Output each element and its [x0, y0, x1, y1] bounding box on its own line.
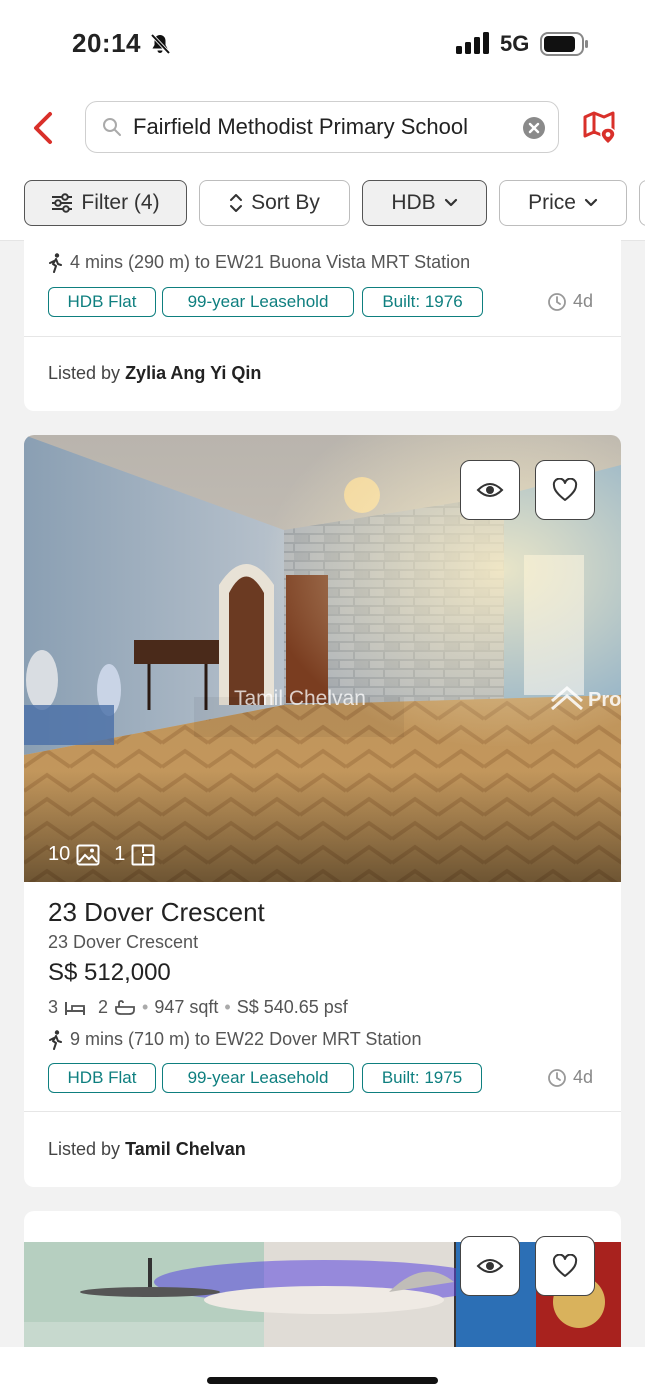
- save-favourite-button[interactable]: [535, 1236, 595, 1296]
- eye-icon: [476, 483, 504, 497]
- status-bar: 20:14 5G: [0, 0, 645, 88]
- listing-card[interactable]: [24, 1211, 621, 1347]
- photo-watermark: Tamil Chelvan: [234, 687, 366, 710]
- floor-area: 947 sqft: [154, 997, 219, 1017]
- search-icon: [103, 118, 121, 136]
- bell-muted-icon: [150, 33, 171, 55]
- hide-listing-button[interactable]: [460, 1236, 520, 1296]
- listing-results[interactable]: 4 mins (290 m) to EW21 Buona Vista MRT S…: [0, 240, 645, 1347]
- network-type: 5G: [500, 31, 530, 56]
- price-dropdown[interactable]: Price: [499, 180, 627, 226]
- mrt-distance: 9 mins (710 m) to EW22 Dover MRT Station: [48, 1029, 421, 1050]
- listing-specs: 3 2 • 947 sqft • S$ 540.65 psf: [48, 997, 348, 1017]
- clear-search-icon[interactable]: [522, 116, 546, 140]
- mrt-distance: 4 mins (290 m) to EW21 Buona Vista MRT S…: [48, 252, 470, 273]
- tag-property-type: HDB Flat: [48, 287, 156, 317]
- filter-button[interactable]: Filter (4): [24, 180, 187, 226]
- cell-signal-icon: [456, 32, 489, 54]
- filter-bar: Filter (4) Sort By HDB Price: [0, 168, 645, 241]
- tag-tenure: 99-year Leasehold: [162, 287, 354, 317]
- tag-tenure: 99-year Leasehold: [162, 1063, 354, 1093]
- bath-count: 2: [98, 997, 109, 1017]
- listing-price: S$ 512,000: [48, 959, 171, 986]
- search-input[interactable]: [133, 110, 513, 144]
- agent-name: Zylia Ang Yi Qin: [125, 363, 262, 383]
- home-indicator[interactable]: [207, 1377, 438, 1384]
- heart-icon: [552, 478, 578, 501]
- listing-address: 23 Dover Crescent: [48, 932, 199, 952]
- sliders-icon: [52, 193, 73, 213]
- clock-icon: [548, 1068, 566, 1087]
- bath-icon: [115, 999, 135, 1015]
- listed-by[interactable]: Listed by Zylia Ang Yi Qin: [48, 363, 261, 384]
- media-counts: 10 1: [48, 843, 155, 866]
- logo-mark-icon: [551, 686, 583, 711]
- eye-icon: [476, 1259, 504, 1273]
- room-photo: [24, 1242, 621, 1347]
- clock-icon: [548, 292, 566, 311]
- filter-label: Filter (4): [81, 191, 160, 214]
- price-per-sqft: S$ 540.65 psf: [236, 997, 348, 1017]
- tag-property-type: HDB Flat: [48, 1063, 156, 1093]
- listing-title[interactable]: 23 Dover Crescent: [48, 897, 265, 928]
- floorplan-icon: [131, 844, 155, 865]
- heart-icon: [552, 1254, 578, 1277]
- walking-icon: [49, 1029, 62, 1050]
- listing-photo[interactable]: [24, 1242, 621, 1347]
- agent-name: Tamil Chelvan: [125, 1139, 246, 1159]
- status-time: 20:14: [72, 28, 141, 58]
- listed-by[interactable]: Listed by Tamil Chelvan: [48, 1139, 246, 1160]
- battery-icon: [540, 32, 588, 56]
- back-arrow-icon[interactable]: [28, 110, 58, 146]
- price-filter-label: Price: [528, 191, 576, 214]
- walking-icon: [49, 252, 62, 273]
- divider: [24, 1111, 621, 1112]
- listing-card[interactable]: 4 mins (290 m) to EW21 Buona Vista MRT S…: [24, 240, 621, 411]
- image-icon: [76, 844, 100, 865]
- property-type-dropdown[interactable]: HDB: [362, 180, 487, 226]
- listing-age: 4d: [547, 291, 593, 312]
- save-favourite-button[interactable]: [535, 460, 595, 520]
- more-filter-chip[interactable]: [639, 180, 645, 226]
- tag-built-year: Built: 1976: [362, 287, 483, 317]
- map-view-icon[interactable]: [582, 110, 618, 146]
- listing-age: 4d: [547, 1067, 593, 1088]
- listing-card[interactable]: Tamil Chelvan Pro 10 1 23 Dover Crescent…: [24, 435, 621, 1187]
- bed-icon: [65, 1001, 86, 1015]
- chevron-down-icon: [584, 198, 598, 207]
- divider: [24, 336, 621, 337]
- home-indicator-area: [0, 1347, 645, 1398]
- bed-count: 3: [48, 997, 59, 1017]
- room-photo: [24, 435, 621, 882]
- listing-photo[interactable]: Tamil Chelvan Pro 10 1: [24, 435, 621, 882]
- hide-listing-button[interactable]: [460, 460, 520, 520]
- sort-by-button[interactable]: Sort By: [199, 180, 350, 226]
- search-header: [0, 88, 645, 169]
- sort-by-label: Sort By: [251, 191, 320, 214]
- sort-icon: [230, 194, 243, 212]
- photo-count: 10: [48, 843, 71, 865]
- property-type-label: HDB: [391, 191, 436, 214]
- search-box[interactable]: [85, 101, 559, 153]
- floorplan-count: 1: [114, 843, 126, 865]
- brand-watermark: Pro: [550, 685, 621, 715]
- tag-built-year: Built: 1975: [362, 1063, 482, 1093]
- chevron-down-icon: [444, 198, 457, 207]
